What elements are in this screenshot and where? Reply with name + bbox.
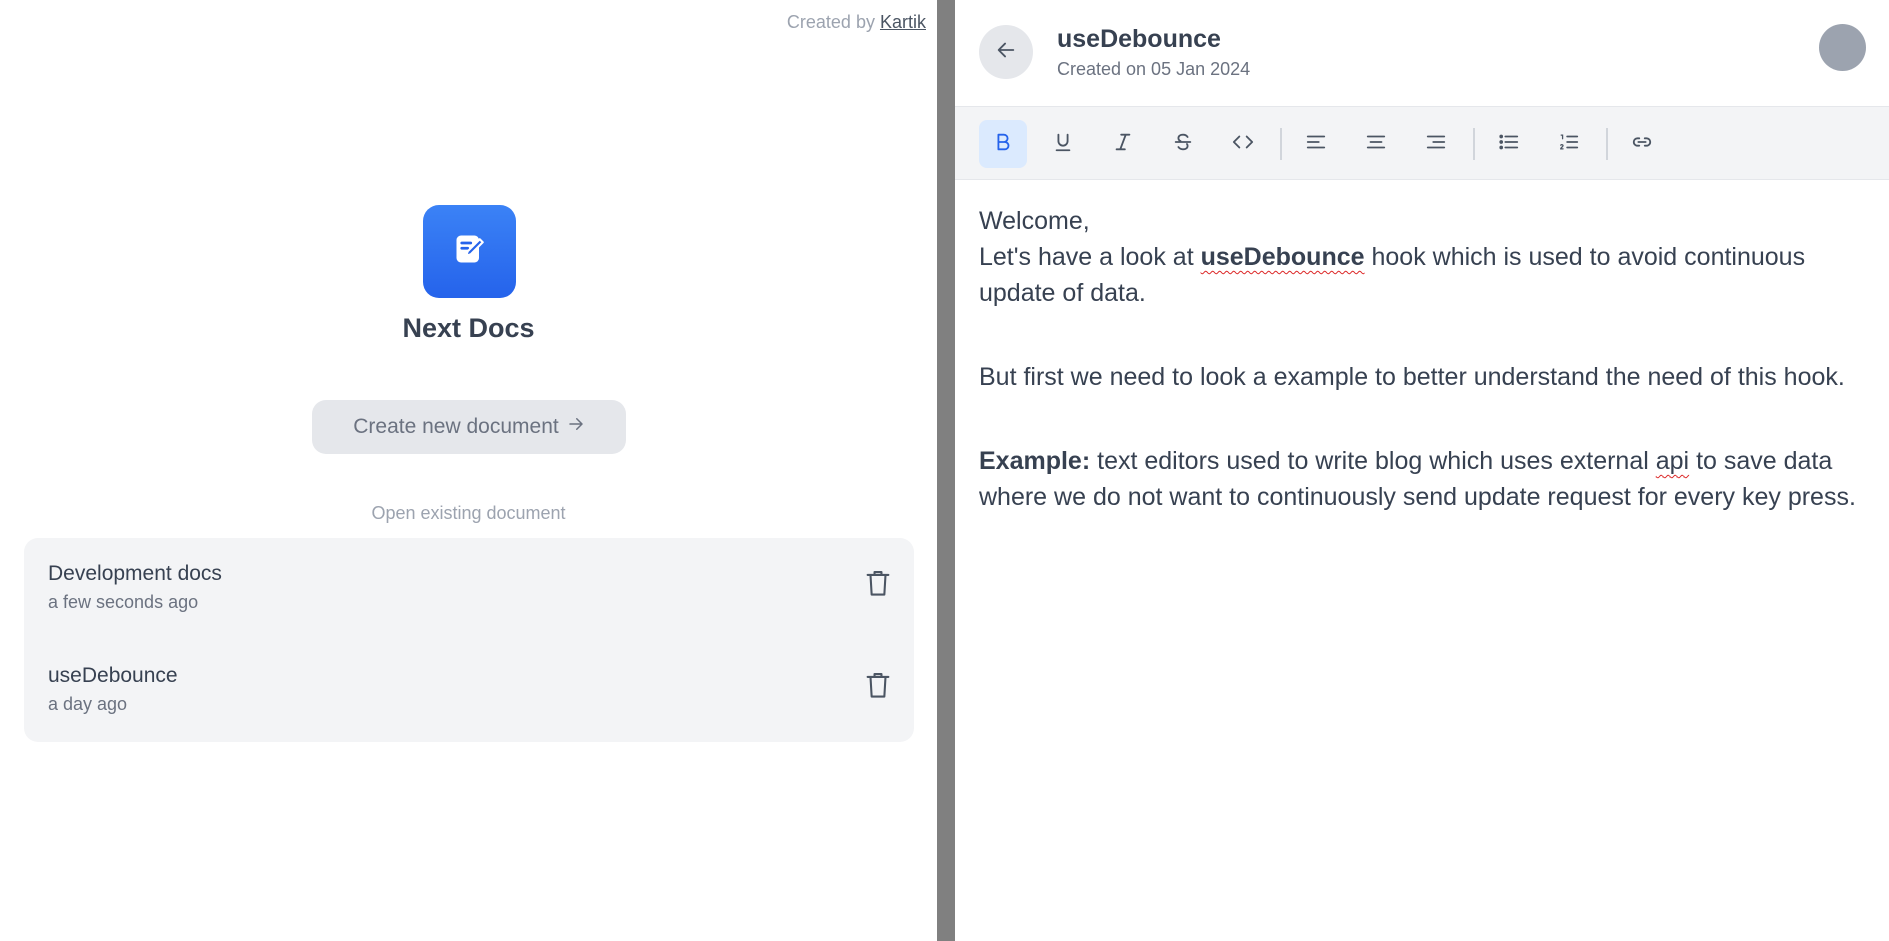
document-time: a day ago xyxy=(48,694,128,714)
toolbar-divider xyxy=(1280,128,1282,160)
underline-icon xyxy=(1052,131,1074,158)
pane-resize-handle[interactable] xyxy=(937,0,955,941)
paragraph-text: But first we need to look a example to b… xyxy=(979,363,1845,391)
document-editor[interactable]: Welcome, Let's have a look at useDebounc… xyxy=(979,203,1865,515)
document-title: useDebounce xyxy=(1057,25,1221,53)
trash-icon[interactable] xyxy=(864,670,892,700)
bold-icon xyxy=(992,131,1014,158)
document-name: Development docs xyxy=(48,562,222,585)
edit-document-icon xyxy=(452,231,488,272)
editor-paragraph: Welcome, Let's have a look at useDebounc… xyxy=(979,203,1865,311)
link-icon xyxy=(1630,131,1654,158)
code-button[interactable] xyxy=(1219,120,1267,168)
bold-button[interactable] xyxy=(979,120,1027,168)
arrow-right-icon xyxy=(567,415,585,439)
list-item[interactable]: useDebounce a day ago xyxy=(24,640,914,742)
app-title: Next Docs xyxy=(402,313,535,343)
numbered-list-button[interactable] xyxy=(1545,120,1593,168)
document-created-date: Created on 05 Jan 2024 xyxy=(1057,59,1251,79)
document-list: Development docs a few seconds ago useDe… xyxy=(24,538,914,742)
editor-pane: useDebounce Created on 05 Jan 2024 Welco… xyxy=(955,0,1889,941)
align-left-button[interactable] xyxy=(1292,120,1340,168)
bullet-list-button[interactable] xyxy=(1485,120,1533,168)
align-center-button[interactable] xyxy=(1352,120,1400,168)
toolbar-divider xyxy=(1473,128,1475,160)
underline-button[interactable] xyxy=(1039,120,1087,168)
avatar[interactable] xyxy=(1819,24,1866,71)
app-logo xyxy=(423,205,516,298)
back-button[interactable] xyxy=(979,25,1033,79)
list-item[interactable]: Development docs a few seconds ago xyxy=(24,538,914,640)
open-existing-label: Open existing document xyxy=(371,503,566,523)
bold-term: useDebounce xyxy=(1200,243,1365,271)
intro-text-a: Let's have a look at xyxy=(979,243,1201,271)
arrow-left-icon xyxy=(995,39,1017,66)
italic-icon xyxy=(1112,131,1134,158)
align-right-button[interactable] xyxy=(1412,120,1460,168)
formatting-toolbar xyxy=(955,106,1889,180)
italic-button[interactable] xyxy=(1099,120,1147,168)
align-center-icon xyxy=(1365,131,1387,158)
code-icon xyxy=(1231,131,1255,158)
strikethrough-icon xyxy=(1172,131,1194,158)
align-right-icon xyxy=(1425,131,1447,158)
document-time: a few seconds ago xyxy=(48,592,199,612)
numbered-list-icon xyxy=(1558,131,1580,158)
greeting-text: Welcome, xyxy=(979,207,1090,235)
create-button-label: Create new document xyxy=(353,415,559,438)
strikethrough-button[interactable] xyxy=(1159,120,1207,168)
link-button[interactable] xyxy=(1618,120,1666,168)
bullet-list-icon xyxy=(1498,131,1520,158)
example-label: Example: xyxy=(979,447,1091,475)
editor-paragraph: But first we need to look a example to b… xyxy=(979,359,1865,395)
example-text-a: text editors used to write blog which us… xyxy=(1090,447,1656,475)
trash-icon[interactable] xyxy=(864,568,892,598)
credit-prefix: Created by xyxy=(786,12,875,32)
toolbar-divider xyxy=(1606,128,1608,160)
misspelled-word: api xyxy=(1655,447,1690,475)
documents-pane: Created by Kartik Next Docs Create new d… xyxy=(0,0,937,941)
align-left-icon xyxy=(1305,131,1327,158)
create-document-button[interactable]: Create new document xyxy=(312,400,626,454)
credit-line: Created by Kartik xyxy=(787,12,926,33)
editor-paragraph: Example: text editors used to write blog… xyxy=(979,443,1865,515)
author-link[interactable]: Kartik xyxy=(880,12,926,32)
document-name: useDebounce xyxy=(48,664,178,687)
